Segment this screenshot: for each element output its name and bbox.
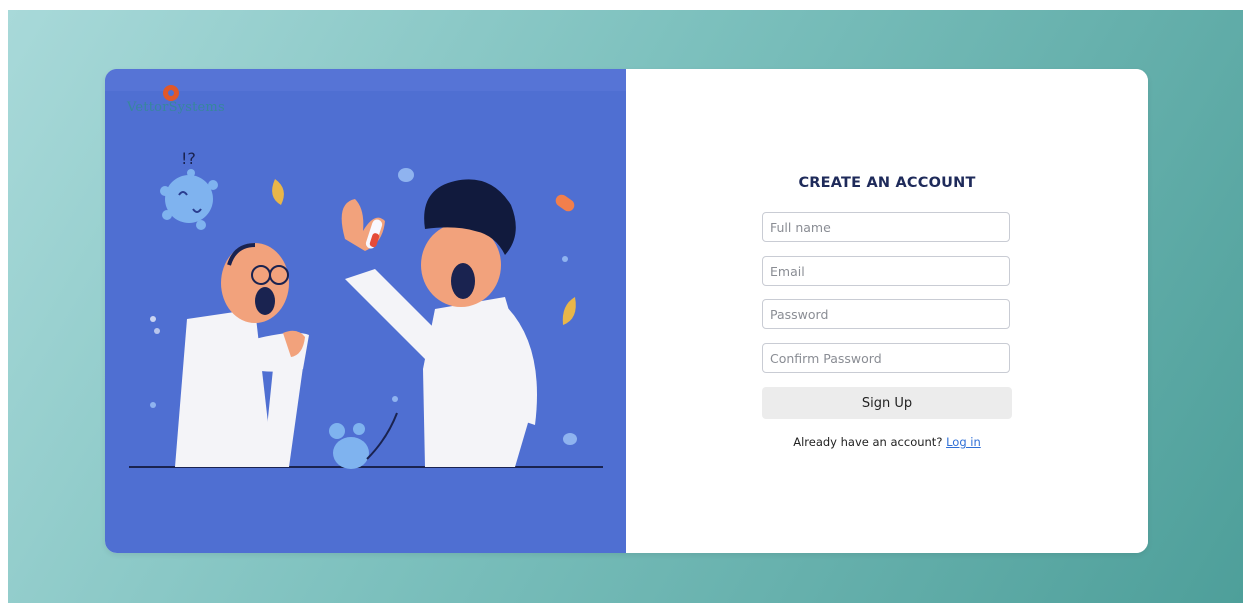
log-in-link[interactable]: Log in [946,435,981,449]
pill-icon [563,433,577,445]
login-prompt-text: Already have an account? [793,435,943,449]
exclaim-text: !? [181,149,196,168]
pill-icon [398,168,414,182]
confirm-password-input[interactable] [762,343,1010,373]
signup-card: !? VettorSystems CREATE AN ACCOUNT Full … [105,69,1148,553]
mouse-figure [329,412,398,469]
full-name-input[interactable] [762,212,1010,242]
leaf-icon [272,179,284,205]
form-title: CREATE AN ACCOUNT [798,175,976,191]
sign-up-button[interactable]: Sign Up [762,387,1012,419]
scientists-illustration: !? [105,69,626,469]
login-prompt-line: Already have an account? Log in [626,435,1148,449]
brand-logo: VettorSystems [123,83,243,119]
capsule-icon [555,194,575,212]
illustration-panel: !? VettorSystems [105,69,626,553]
virus-icon [160,169,218,230]
old-scientist-figure [175,243,309,467]
password-input[interactable] [762,299,1010,329]
logo-text: VettorSystems [127,100,225,115]
young-scientist-figure [341,179,537,467]
email-input[interactable] [762,256,1010,286]
signup-form-panel: CREATE AN ACCOUNT Sign Up Already have a… [626,69,1148,553]
leaf-icon [562,297,576,325]
